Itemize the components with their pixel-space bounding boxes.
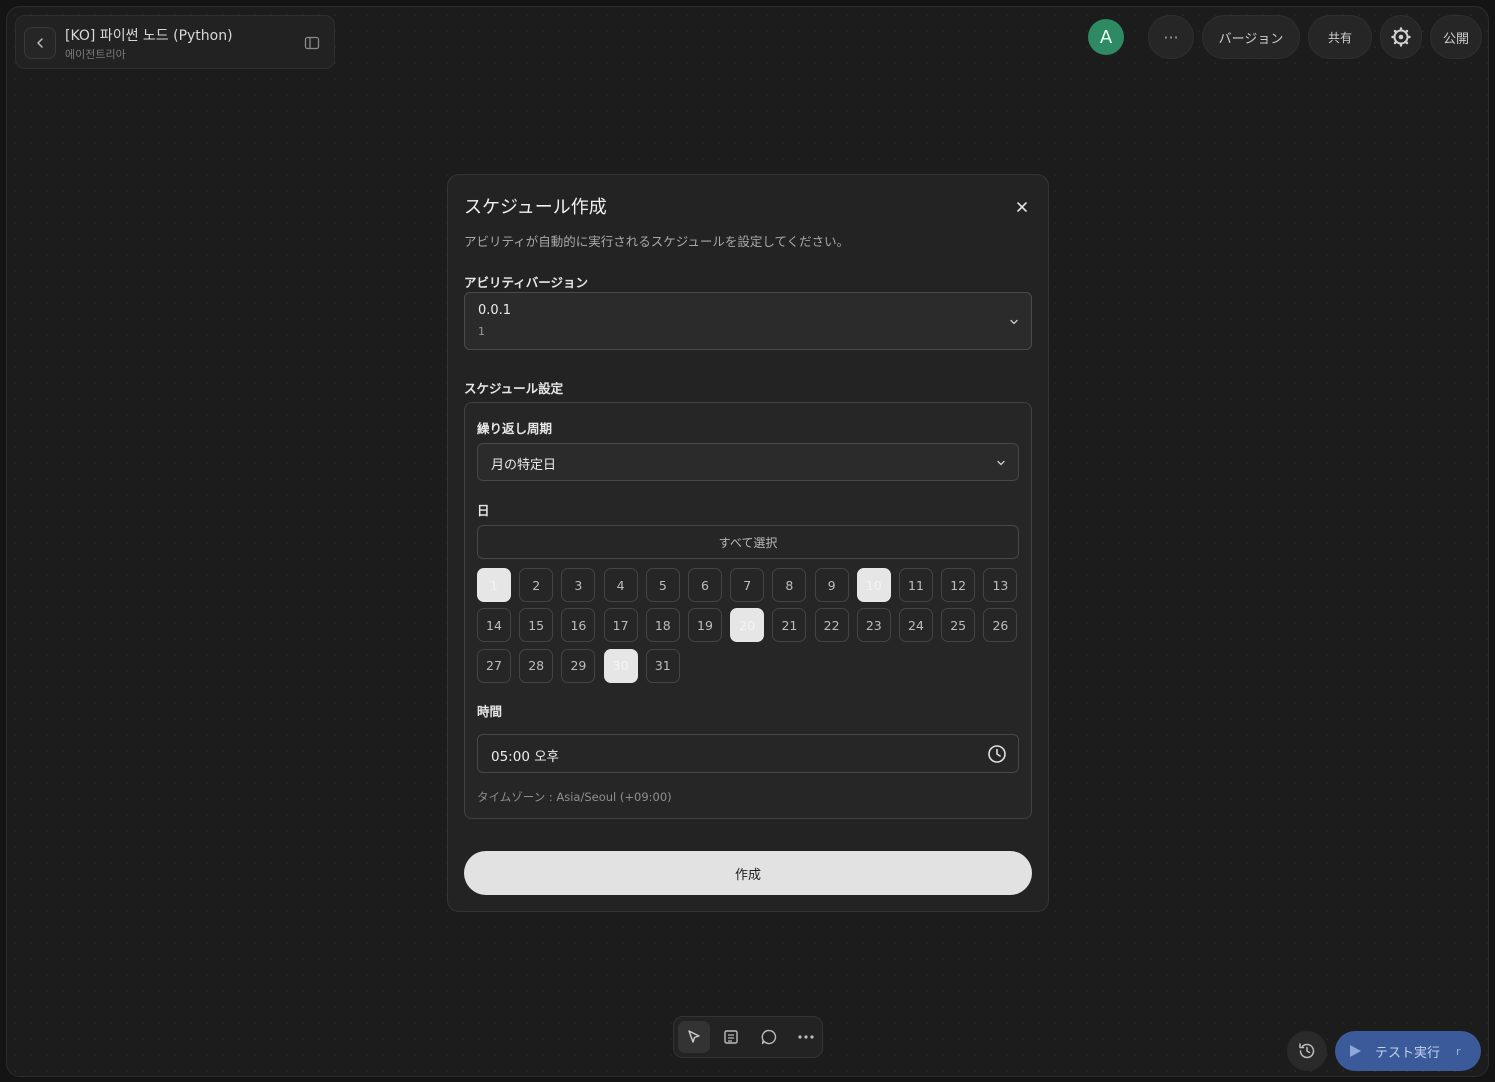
cursor-icon xyxy=(688,1030,700,1043)
history-button[interactable] xyxy=(1287,1031,1327,1071)
settings-button[interactable] xyxy=(1380,15,1422,59)
day-16-button[interactable]: 16 xyxy=(561,608,596,643)
test-run-label: テスト実行 xyxy=(1375,1045,1441,1061)
publish-button[interactable]: 公開 xyxy=(1430,15,1482,59)
day-22-button[interactable]: 22 xyxy=(814,608,849,643)
more-tools-button[interactable] xyxy=(791,1021,823,1053)
close-icon[interactable] xyxy=(1014,199,1030,215)
day-19-button[interactable]: 19 xyxy=(688,608,722,643)
day-5-button[interactable]: 5 xyxy=(645,568,680,602)
time-label: 時間 xyxy=(477,704,503,719)
day-21-button[interactable]: 21 xyxy=(772,608,807,643)
repeat-select-value: 月の特定日 xyxy=(491,458,557,473)
back-button[interactable] xyxy=(24,27,56,59)
chevron-down-icon xyxy=(1010,319,1018,325)
day-14-button[interactable]: 14 xyxy=(477,608,511,643)
day-8-button[interactable]: 8 xyxy=(772,568,807,602)
select-all-button[interactable]: すべて選択 xyxy=(477,525,1019,559)
day-24-button[interactable]: 24 xyxy=(899,608,933,643)
day-23-button[interactable]: 23 xyxy=(856,608,891,643)
day-28-button[interactable]: 28 xyxy=(519,648,554,683)
schedule-section-label: スケジュール設定 xyxy=(464,381,564,396)
dialog-title: スケジュール作成 xyxy=(464,197,607,218)
more-icon xyxy=(798,1035,814,1039)
comment-icon xyxy=(761,1029,776,1045)
sidebar-toggle-icon[interactable] xyxy=(304,35,320,51)
day-30-button[interactable]: 30 xyxy=(603,648,638,683)
day-6-button[interactable]: 6 xyxy=(688,568,722,602)
day-13-button[interactable]: 13 xyxy=(983,568,1018,602)
day-12-button[interactable]: 12 xyxy=(941,568,976,602)
day-31-button[interactable]: 31 xyxy=(645,648,680,683)
share-button[interactable]: 共有 xyxy=(1308,15,1372,59)
day-25-button[interactable]: 25 xyxy=(941,608,976,643)
test-run-button[interactable]: テスト実行 r xyxy=(1335,1031,1481,1071)
repeat-label: 繰り返し周期 xyxy=(477,421,553,436)
version-section-label: アビリティバージョン xyxy=(464,275,589,290)
day-4-button[interactable]: 4 xyxy=(603,568,638,602)
version-select-value: 0.0.1 xyxy=(478,303,512,318)
day-7-button[interactable]: 7 xyxy=(730,568,765,602)
day-label: 日 xyxy=(477,503,490,518)
note-tool[interactable] xyxy=(716,1021,748,1053)
more-button[interactable]: ··· xyxy=(1148,15,1194,59)
day-15-button[interactable]: 15 xyxy=(519,608,554,643)
chevron-down-icon xyxy=(997,460,1005,466)
project-header: [KO] 파이썬 노드 (Python) 에이전트리아 xyxy=(15,15,335,69)
day-10-button[interactable]: 10 xyxy=(856,568,891,602)
time-input[interactable]: 05:00 오후 xyxy=(477,734,1019,773)
history-icon xyxy=(1299,1043,1315,1059)
day-26-button[interactable]: 26 xyxy=(983,608,1018,643)
document-icon xyxy=(724,1030,738,1044)
day-1-button[interactable]: 1 xyxy=(477,568,511,602)
app-canvas: [KO] 파이썬 노드 (Python) 에이전트리아 A ··· バージョン … xyxy=(6,6,1489,1077)
day-17-button[interactable]: 17 xyxy=(603,608,638,643)
test-run-shortcut: r xyxy=(1456,1044,1461,1058)
play-icon xyxy=(1350,1045,1361,1057)
version-select-sub: 1 xyxy=(478,325,485,338)
select-tool[interactable] xyxy=(678,1021,710,1053)
timezone-text: タイムゾーン : Asia/Seoul (+09:00) xyxy=(477,790,672,804)
project-title: [KO] 파이썬 노드 (Python) xyxy=(65,28,233,44)
project-subtitle: 에이전트리아 xyxy=(65,48,126,61)
day-20-button[interactable]: 20 xyxy=(730,608,765,643)
clock-icon[interactable] xyxy=(987,744,1007,764)
chevron-left-icon xyxy=(37,38,43,48)
schedule-dialog: スケジュール作成 アビリティが自動的に実行されるスケジュールを設定してください。… xyxy=(447,174,1049,912)
dialog-description: アビリティが自動的に実行されるスケジュールを設定してください。 xyxy=(464,234,850,249)
create-button[interactable]: 作成 xyxy=(464,851,1032,895)
day-3-button[interactable]: 3 xyxy=(561,568,596,602)
avatar[interactable]: A xyxy=(1088,19,1124,55)
day-2-button[interactable]: 2 xyxy=(519,568,554,602)
gear-icon xyxy=(1391,27,1411,47)
schedule-settings-panel: 繰り返し周期 月の特定日 日 すべて選択 1 2 3 4 5 6 7 8 9 10 11 12 13 14… xyxy=(464,402,1032,819)
version-select[interactable]: 0.0.1 1 xyxy=(464,292,1032,350)
day-27-button[interactable]: 27 xyxy=(477,648,511,683)
comment-tool[interactable] xyxy=(753,1021,785,1053)
bottom-toolbar xyxy=(673,1016,823,1058)
version-button[interactable]: バージョン xyxy=(1202,15,1300,59)
day-11-button[interactable]: 11 xyxy=(899,568,933,602)
day-9-button[interactable]: 9 xyxy=(814,568,849,602)
time-value: 05:00 오후 xyxy=(491,749,560,765)
topbar-actions: A ··· バージョン 共有 公開 xyxy=(1088,15,1482,59)
day-18-button[interactable]: 18 xyxy=(645,608,680,643)
repeat-select[interactable]: 月の特定日 xyxy=(477,443,1019,481)
day-29-button[interactable]: 29 xyxy=(561,648,596,683)
